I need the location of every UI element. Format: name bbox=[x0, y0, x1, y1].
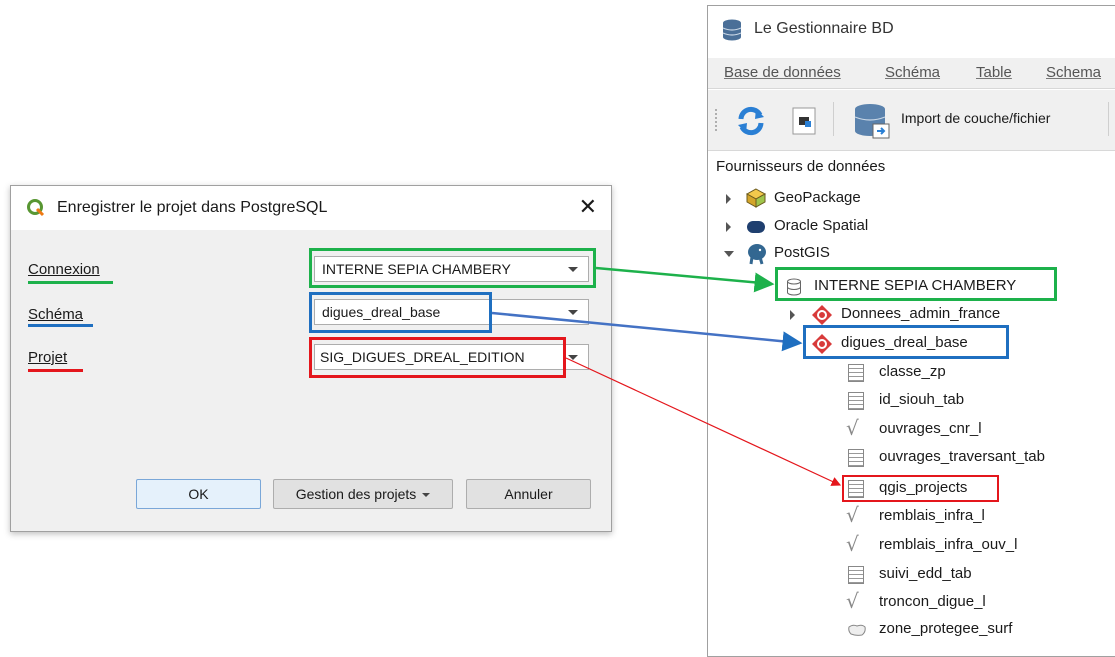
table-icon bbox=[848, 449, 864, 467]
tree-item-label: GeoPackage bbox=[774, 189, 861, 206]
manage-projects-button[interactable]: Gestion des projets bbox=[273, 479, 453, 509]
schema-label: Schéma bbox=[28, 306, 84, 323]
tree-item-schema-donnees-admin[interactable]: Donnees_admin_france bbox=[708, 304, 1115, 326]
database-icon bbox=[722, 19, 742, 41]
chevron-down-icon[interactable] bbox=[724, 251, 734, 257]
tree-item-label: remblais_infra_ouv_l bbox=[879, 536, 1018, 553]
chevron-down-icon bbox=[568, 355, 578, 360]
manage-projects-label: Gestion des projets bbox=[295, 486, 417, 502]
table-icon bbox=[848, 392, 864, 410]
tree-item-label: troncon_digue_l bbox=[879, 593, 986, 610]
dialog-titlebar: Enregistrer le projet dans PostgreSQL ✕ bbox=[11, 186, 611, 230]
tree-item-label: id_siouh_tab bbox=[879, 391, 965, 408]
tree-item-table[interactable]: ouvrages_traversant_tab bbox=[708, 447, 1115, 469]
line-geometry-icon: √ bbox=[846, 589, 859, 613]
projet-underline bbox=[28, 369, 83, 372]
blue-highlight-schema-node bbox=[803, 325, 1009, 359]
tree-item-table[interactable]: √ remblais_infra_ouv_l bbox=[708, 532, 1115, 557]
menu-base-de-donnees[interactable]: Base de données bbox=[724, 64, 841, 81]
ok-button[interactable]: OK bbox=[136, 479, 261, 509]
tree-item-table[interactable]: classe_zp bbox=[708, 362, 1115, 384]
schema-underline bbox=[28, 324, 93, 327]
tree-item-label: remblais_infra_l bbox=[879, 507, 985, 524]
providers-header: Fournisseurs de données bbox=[716, 158, 886, 175]
chevron-right-icon[interactable] bbox=[726, 194, 731, 204]
dbmanager-titlebar: Le Gestionnaire BD bbox=[708, 6, 1115, 54]
blue-highlight-schema-combo bbox=[309, 292, 492, 333]
menu-schema-2[interactable]: Schema bbox=[1046, 64, 1101, 81]
tree-item-oracle-spatial[interactable]: Oracle Spatial bbox=[708, 216, 1115, 238]
table-icon bbox=[848, 364, 864, 382]
toolbar-separator bbox=[1108, 102, 1109, 136]
cancel-button[interactable]: Annuler bbox=[466, 479, 591, 509]
tree-item-table[interactable]: √ troncon_digue_l bbox=[708, 589, 1115, 614]
tree-item-label: Donnees_admin_france bbox=[841, 305, 1001, 322]
import-layer-button[interactable]: Import de couche/fichier bbox=[901, 110, 1050, 126]
menu-bar: Base de données Schéma Table Schema bbox=[708, 58, 1115, 89]
sql-window-icon[interactable] bbox=[791, 106, 817, 136]
chevron-right-icon[interactable] bbox=[726, 222, 731, 232]
oracle-icon bbox=[747, 221, 765, 233]
tree-item-table[interactable]: suivi_edd_tab bbox=[708, 564, 1115, 586]
tree-item-table[interactable]: √ remblais_infra_l bbox=[708, 503, 1115, 528]
dialog-title: Enregistrer le projet dans PostgreSQL bbox=[57, 199, 328, 216]
tree-item-table[interactable]: zone_protegee_surf bbox=[708, 619, 1115, 641]
tree-item-table[interactable]: id_siouh_tab bbox=[708, 390, 1115, 412]
toolbar: Import de couche/fichier bbox=[708, 90, 1115, 151]
qgis-logo-icon bbox=[27, 199, 45, 217]
polygon-geometry-icon bbox=[848, 624, 866, 636]
line-geometry-icon: √ bbox=[846, 416, 859, 440]
chevron-down-icon bbox=[422, 493, 431, 498]
dbmanager-title: Le Gestionnaire BD bbox=[754, 20, 894, 37]
tree-item-label: zone_protegee_surf bbox=[879, 620, 1013, 637]
red-highlight-projet-combo bbox=[309, 337, 566, 378]
tree-item-label: ouvrages_cnr_l bbox=[879, 420, 982, 437]
chevron-down-icon bbox=[568, 310, 578, 315]
tree-item-table[interactable]: √ ouvrages_cnr_l bbox=[708, 416, 1115, 441]
tree-item-label: classe_zp bbox=[879, 363, 946, 380]
line-geometry-icon: √ bbox=[846, 532, 859, 556]
toolbar-grip[interactable] bbox=[714, 108, 718, 132]
table-icon bbox=[848, 566, 864, 584]
tree-item-label: suivi_edd_tab bbox=[879, 565, 972, 582]
tree-item-label: PostGIS bbox=[774, 244, 830, 261]
tree-item-geopackage[interactable]: GeoPackage bbox=[708, 188, 1115, 210]
chevron-right-icon[interactable] bbox=[790, 310, 795, 320]
tree-item-postgis[interactable]: PostGIS bbox=[708, 243, 1115, 265]
postgis-elephant-icon bbox=[748, 244, 766, 265]
menu-table[interactable]: Table bbox=[976, 64, 1012, 81]
line-geometry-icon: √ bbox=[846, 503, 859, 527]
menu-schema[interactable]: Schéma bbox=[885, 64, 940, 81]
close-icon[interactable]: ✕ bbox=[579, 194, 597, 220]
connexion-underline bbox=[28, 281, 113, 284]
green-highlight-connection-node bbox=[775, 267, 1057, 301]
geopackage-icon bbox=[746, 188, 766, 208]
green-highlight-connexion-combo bbox=[309, 248, 596, 288]
projet-label: Projet bbox=[28, 349, 68, 366]
connexion-label: Connexion bbox=[28, 261, 100, 278]
tree-item-label: ouvrages_traversant_tab bbox=[879, 448, 1045, 465]
toolbar-separator bbox=[833, 102, 834, 136]
refresh-icon[interactable] bbox=[736, 106, 766, 136]
tree-item-label: Oracle Spatial bbox=[774, 217, 869, 234]
schema-icon bbox=[812, 305, 832, 325]
import-layer-icon[interactable] bbox=[853, 102, 893, 140]
red-highlight-qgis-projects-node bbox=[842, 475, 999, 502]
